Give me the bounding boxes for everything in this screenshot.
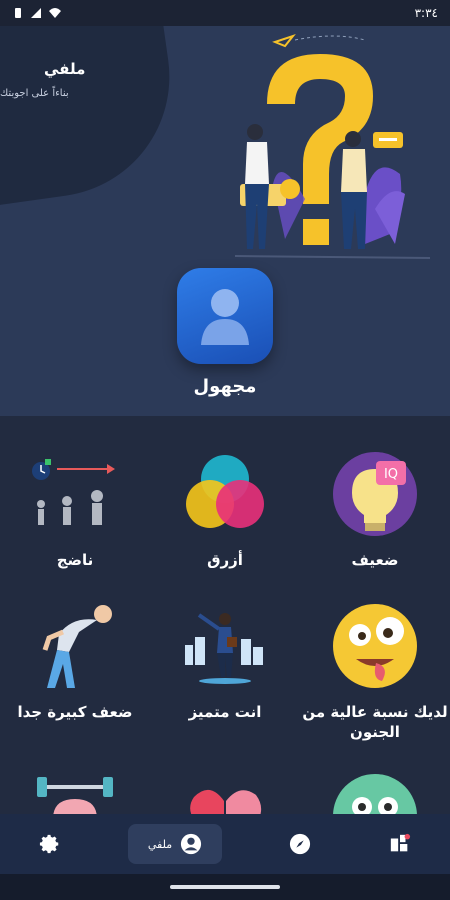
result-label: انت متميز [188,703,262,721]
tired-man-icon [25,596,125,696]
result-item[interactable] [300,766,450,814]
result-item[interactable]: لديك نسبة عالية من الجنون [300,596,450,742]
dizzy-face-icon [325,766,425,814]
gear-icon [39,834,59,854]
brain-barbell-icon [25,766,125,814]
iq-lightbulb-icon: IQ [325,444,425,544]
question-illustration [234,34,431,259]
bottom-navigation: ملفي [0,814,450,874]
results-grid: IQ ضعيف أزرق ناضج لديك نسبة عالية من الج… [0,416,450,814]
profile-avatar[interactable] [177,268,273,364]
result-item[interactable]: انت متميز [150,596,300,722]
result-item[interactable]: IQ ضعيف [300,444,450,570]
nav-explore[interactable] [278,822,322,866]
brain-heart-icon [175,766,275,814]
nav-settings[interactable] [28,822,72,866]
result-item[interactable]: أزرق [150,444,300,570]
crazy-face-icon [325,596,425,696]
color-circles-icon [175,444,275,544]
result-label: لديك نسبة عالية من الجنون [302,703,448,741]
wifi-icon [48,7,61,19]
result-label: ضعيف [351,551,399,569]
home-indicator[interactable] [170,885,280,889]
signal-icon [30,7,42,19]
status-bar: ٣:٣٤ [0,0,450,26]
result-label: ناضج [56,551,94,569]
nav-profile[interactable]: ملفي [128,824,222,864]
growth-people-icon [25,444,125,544]
dashboard-icon [390,833,411,852]
user-silhouette-icon [201,289,249,345]
status-time: ٣:٣٤ [414,6,438,20]
nav-home[interactable] [378,822,422,866]
businessman-city-icon [175,596,275,696]
status-icons [12,7,61,19]
result-item[interactable]: ضعف كبيرة جدا [0,596,150,722]
result-label: أزرق [207,551,243,569]
result-item[interactable] [150,766,300,814]
result-label: ضعف كبيرة جدا [17,703,133,721]
header-decoration [0,26,185,211]
profile-subtitle: بناءاً على اجوبتك [0,88,69,99]
user-icon [181,833,202,855]
compass-icon [289,833,311,855]
result-item[interactable] [0,766,150,814]
gesture-area [0,874,450,900]
result-item[interactable]: ناضج [0,444,150,570]
svg-text:IQ: IQ [384,467,398,482]
result-status: مجهول [193,376,257,397]
profile-header: ملفي بناءاً على اجوبتك مجهول [0,26,450,416]
profile-title: ملفي [44,60,86,78]
battery-icon [12,7,24,19]
nav-profile-label: ملفي [147,837,173,851]
